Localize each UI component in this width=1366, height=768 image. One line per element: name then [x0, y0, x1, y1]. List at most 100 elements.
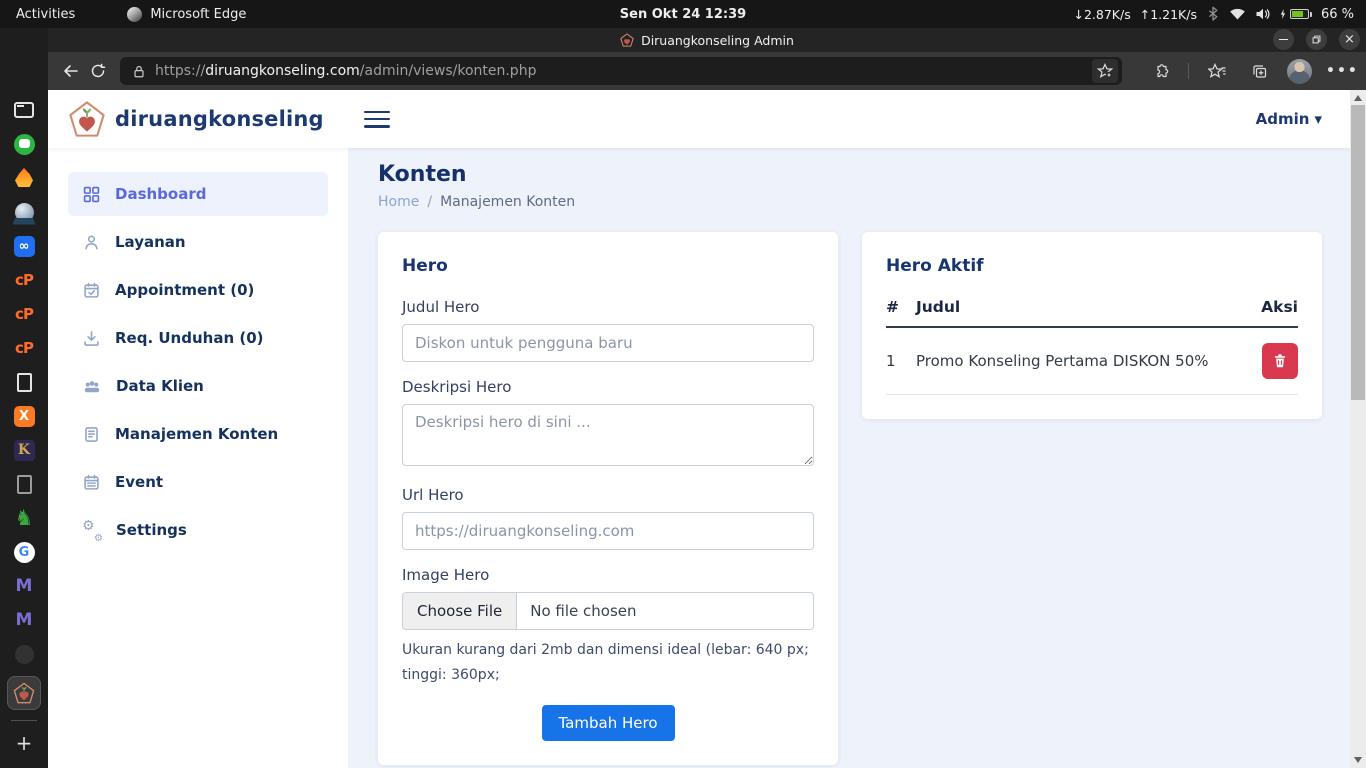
- hero-aktif-card-title: Hero Aktif: [886, 256, 1298, 276]
- url-hero-label: Url Hero: [402, 486, 814, 504]
- dock-item-files[interactable]: [9, 98, 39, 122]
- hero-form-card: Hero Judul Hero Deskripsi Hero Url Hero …: [378, 232, 838, 765]
- dock-divider: [11, 720, 37, 721]
- column-header-aksi: Aksi: [1240, 292, 1298, 327]
- minimize-button[interactable]: [1273, 29, 1294, 50]
- refresh-button[interactable]: [84, 57, 112, 85]
- sidebar-item-req-unduhan[interactable]: Req. Unduhan (0): [68, 316, 328, 360]
- scroll-up-arrow[interactable]: [1354, 95, 1362, 101]
- browser-menu-button[interactable]: •••: [1326, 63, 1359, 79]
- dock-item-horse-app[interactable]: ♞: [9, 506, 39, 530]
- breadcrumb-home-link[interactable]: Home: [378, 194, 419, 210]
- image-hero-file-input[interactable]: Choose File No file chosen: [402, 592, 814, 630]
- document-icon: [17, 373, 32, 392]
- hero-card-title: Hero: [402, 256, 814, 276]
- image-hero-label: Image Hero: [402, 566, 814, 584]
- calendar-icon: [83, 474, 100, 491]
- dock-item-whatsapp[interactable]: [9, 132, 39, 156]
- cpanel-icon: cP: [15, 271, 33, 289]
- xampp-icon: X: [14, 406, 35, 427]
- sidebar-item-settings[interactable]: ⚙⚙ Settings: [68, 508, 328, 552]
- wifi-icon[interactable]: [1229, 7, 1246, 21]
- brand-name: diruangkonseling: [115, 107, 324, 131]
- main-content: Konten Home / Manajemen Konten Hero Judu…: [348, 148, 1350, 768]
- network-upload-speed: ↑1.21K/s: [1140, 7, 1197, 22]
- app-header: diruangkonseling Admin ▾: [48, 90, 1350, 148]
- restore-button[interactable]: [1306, 29, 1327, 50]
- battery-indicator[interactable]: [1280, 9, 1312, 19]
- dock-item-cpanel-2[interactable]: cP: [9, 302, 39, 326]
- add-favorite-button[interactable]: [1092, 59, 1118, 83]
- admin-dropdown[interactable]: Admin ▾: [1256, 110, 1350, 128]
- flame-icon: [14, 168, 34, 188]
- sidebar-item-dashboard[interactable]: Dashboard: [68, 172, 328, 216]
- sidebar-item-appointment[interactable]: Appointment (0): [68, 268, 328, 312]
- sidebar-item-data-klien[interactable]: Data Klien: [68, 364, 328, 408]
- download-icon: [83, 330, 100, 347]
- person-icon: [83, 234, 100, 251]
- deskripsi-hero-textarea[interactable]: [402, 404, 814, 466]
- extensions-button[interactable]: [1146, 57, 1174, 85]
- browser-toolbar: https://diruangkonseling.com/admin/views…: [48, 52, 1366, 90]
- url-hero-input[interactable]: [402, 512, 814, 550]
- file-chosen-text: No file chosen: [517, 593, 636, 629]
- mail-m-icon: M: [16, 576, 33, 596]
- judul-hero-input[interactable]: [402, 324, 814, 362]
- dock-item-loop-app[interactable]: ∞: [9, 234, 39, 258]
- calendar-check-icon: [83, 282, 100, 299]
- plus-icon: +: [16, 731, 33, 755]
- dock-item-mail-1[interactable]: M: [9, 574, 39, 598]
- sidebar-item-label: Req. Unduhan (0): [115, 329, 264, 347]
- breadcrumb-current: Manajemen Konten: [440, 194, 575, 210]
- dock-item-xampp[interactable]: X: [9, 404, 39, 428]
- choose-file-button[interactable]: Choose File: [403, 593, 517, 629]
- battery-percent: 66 %: [1321, 7, 1354, 22]
- back-button[interactable]: [56, 57, 84, 85]
- dock-item-sphere-app[interactable]: [9, 200, 39, 224]
- restore-icon: [1311, 34, 1322, 45]
- sidebar-item-event[interactable]: Event: [68, 460, 328, 504]
- volume-icon[interactable]: [1255, 7, 1271, 21]
- row-judul-cell: Promo Konseling Pertama DISKON 50%: [916, 327, 1240, 395]
- dock-add-button[interactable]: +: [9, 731, 39, 755]
- url-domain: diruangkonseling.com: [205, 63, 360, 79]
- k-letter-icon: K: [14, 440, 35, 461]
- page-content: diruangkonseling Admin ▾ Dashboard Layan…: [48, 90, 1350, 768]
- tambah-hero-button[interactable]: Tambah Hero: [542, 705, 675, 741]
- table-header-row: # Judul Aksi: [886, 292, 1298, 327]
- dock-item-kate[interactable]: K: [9, 438, 39, 462]
- dock-item-cpanel-1[interactable]: cP: [9, 268, 39, 292]
- dock-item-flame-app[interactable]: [9, 166, 39, 190]
- close-button[interactable]: ×: [1339, 29, 1360, 50]
- puzzle-icon: [1152, 63, 1169, 80]
- brand[interactable]: diruangkonseling: [48, 100, 324, 138]
- browser-scrollbar[interactable]: [1350, 90, 1366, 768]
- scrollbar-thumb[interactable]: [1351, 105, 1365, 400]
- collections-button[interactable]: [1245, 57, 1273, 85]
- scroll-down-arrow[interactable]: [1354, 757, 1362, 763]
- window-title: Diruangkonseling Admin: [641, 33, 794, 48]
- page-title: Konten: [378, 162, 1322, 187]
- google-icon: G: [14, 542, 35, 563]
- dock-item-document[interactable]: [9, 370, 39, 394]
- delete-hero-button[interactable]: [1262, 343, 1298, 379]
- dock-item-cpanel-3[interactable]: cP: [9, 336, 39, 360]
- whatsapp-icon: [14, 134, 35, 155]
- green-horse-icon: ♞: [15, 508, 34, 529]
- sidebar-toggle-button[interactable]: [364, 111, 390, 128]
- diruangkonseling-logo-icon: [13, 682, 35, 704]
- dock-item-diruangkonseling-active[interactable]: [7, 676, 41, 710]
- address-bar[interactable]: https://diruangkonseling.com/admin/views…: [120, 57, 1122, 85]
- sidebar-item-manajemen-konten[interactable]: Manajemen Konten: [68, 412, 328, 456]
- favorites-button[interactable]: [1203, 57, 1231, 85]
- dock-item-google[interactable]: G: [9, 540, 39, 564]
- dock-item-mail-2[interactable]: M: [9, 608, 39, 632]
- profile-avatar[interactable]: [1287, 59, 1312, 84]
- grid-icon: [83, 186, 100, 203]
- sidebar-item-layanan[interactable]: Layanan: [68, 220, 328, 264]
- dock-item-github[interactable]: [9, 642, 39, 666]
- cpanel-icon: cP: [15, 339, 33, 357]
- bluetooth-icon[interactable]: [1206, 6, 1220, 22]
- dock-item-document-2[interactable]: [9, 472, 39, 496]
- people-icon: [83, 378, 101, 395]
